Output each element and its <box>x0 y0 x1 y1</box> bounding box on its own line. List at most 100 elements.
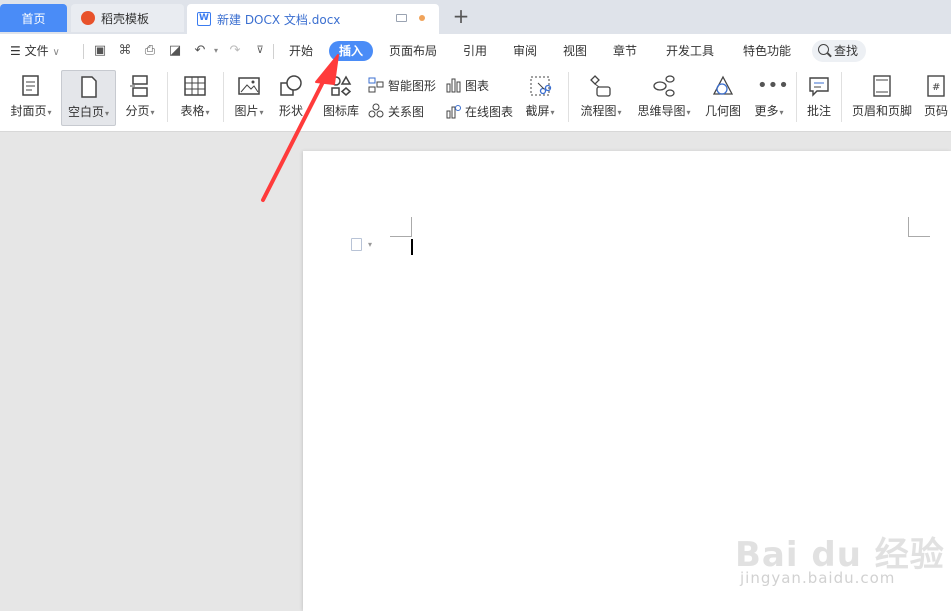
table-label: 表格 <box>180 104 205 118</box>
blank-page-icon <box>77 75 101 99</box>
chart-button[interactable]: 图表 <box>445 76 489 94</box>
new-tab-button[interactable]: + <box>450 6 472 28</box>
tab-view[interactable]: 视图 <box>563 42 587 60</box>
page-number-label: 页码 <box>923 104 948 118</box>
online-chart-label: 在线图表 <box>465 104 514 119</box>
more-dots-icon: ••• <box>757 75 789 96</box>
picture-icon <box>237 74 261 98</box>
table-icon <box>183 74 207 98</box>
search-button[interactable]: 查找 <box>812 40 866 62</box>
more-label: 更多 <box>754 104 779 118</box>
mind-map-label: 思维导图 <box>637 104 686 118</box>
chevron-down-icon[interactable]: ▾ <box>368 240 372 249</box>
mind-map-icon <box>652 74 676 98</box>
tab-developer[interactable]: 开发工具 <box>666 42 714 60</box>
tab-insert[interactable]: 插入 <box>329 41 373 61</box>
tab-document[interactable]: W 新建 DOCX 文档.docx <box>187 4 439 34</box>
shape-label: 形状 <box>278 104 303 118</box>
hamburger-icon: ☰ <box>10 44 21 58</box>
tab-page-layout[interactable]: 页面布局 <box>389 42 437 60</box>
divider <box>796 72 797 122</box>
tab-bar: 首页 稻壳模板 W 新建 DOCX 文档.docx + <box>0 0 951 34</box>
text-cursor <box>411 239 413 255</box>
divider <box>223 72 224 122</box>
relation-chart-label: 关系图 <box>388 104 425 119</box>
margin-corner-top-right <box>908 217 930 237</box>
redo-icon[interactable]: ↷ <box>227 43 243 59</box>
mind-map-button[interactable]: 思维导图▾ <box>634 70 694 126</box>
tab-home-label: 首页 <box>21 11 46 26</box>
bar-chart-icon <box>445 77 461 93</box>
table-button[interactable]: 表格▾ <box>175 70 215 126</box>
header-footer-icon <box>870 74 894 98</box>
more-button[interactable]: ••• 更多▾ <box>750 70 788 126</box>
geometry-icon <box>711 74 735 98</box>
geometry-label: 几何图 <box>704 104 741 118</box>
flowchart-icon <box>589 74 613 98</box>
tab-start[interactable]: 开始 <box>289 42 313 60</box>
undo-dropdown-icon[interactable]: ▾ <box>208 43 224 59</box>
cover-page-label: 封面页 <box>10 104 47 118</box>
online-chart-button[interactable]: 在线图表 <box>445 102 513 120</box>
divider <box>83 44 84 59</box>
shape-button[interactable]: 形状 <box>273 70 309 126</box>
icon-library-label: 图标库 <box>322 104 359 118</box>
page-number-icon: # <box>924 74 948 98</box>
online-chart-icon <box>445 103 461 119</box>
divider <box>273 44 274 59</box>
relation-chart-button[interactable]: 关系图 <box>368 102 424 120</box>
picture-button[interactable]: 图片▾ <box>230 70 268 126</box>
customize-toolbar-icon[interactable]: ⊽ <box>252 43 268 59</box>
comment-icon <box>807 74 831 98</box>
search-icon <box>818 44 829 55</box>
smart-art-label: 智能图形 <box>388 78 437 93</box>
page-break-label: 分页 <box>125 104 150 118</box>
insert-ribbon: 封面页▾ 空白页▾ 分页▾ 表格▾ 图片▾ 形状 图标库 智能图形 关系图 图表… <box>0 68 951 132</box>
page-break-button[interactable]: 分页▾ <box>120 70 160 126</box>
tab-section[interactable]: 章节 <box>613 42 637 60</box>
cover-page-icon <box>19 74 43 98</box>
divider <box>568 72 569 122</box>
flowchart-label: 流程图 <box>580 104 617 118</box>
print-icon[interactable]: ⎙ <box>142 43 158 59</box>
header-footer-button[interactable]: 页眉和页脚 <box>850 70 914 126</box>
flame-icon <box>81 11 95 25</box>
screenshot-label: 截屏 <box>525 104 550 118</box>
writer-logo-icon: W <box>197 12 211 26</box>
icon-library-button[interactable]: 图标库 <box>320 70 362 126</box>
blank-page-label: 空白页 <box>67 105 104 119</box>
header-footer-label: 页眉和页脚 <box>851 104 912 118</box>
unsaved-dot-icon <box>419 15 425 21</box>
watermark-url: jingyan.baidu.com <box>740 569 896 587</box>
format-painter-icon[interactable]: ⌘ <box>117 43 133 59</box>
file-menu[interactable]: ☰ 文件 ∨ <box>10 42 60 60</box>
file-menu-label: 文件 <box>24 44 49 58</box>
comment-label: 批注 <box>806 104 831 118</box>
picture-label: 图片 <box>234 104 259 118</box>
geometry-button[interactable]: 几何图 <box>702 70 744 126</box>
screenshot-button[interactable]: 截屏▾ <box>521 70 559 126</box>
chevron-down-icon: ∨ <box>52 47 60 58</box>
relation-chart-icon <box>368 103 384 119</box>
comment-button[interactable]: 批注 <box>803 70 835 126</box>
cover-page-button[interactable]: 封面页▾ <box>6 70 56 126</box>
tab-home[interactable]: 首页 <box>0 4 67 32</box>
tab-special-features[interactable]: 特色功能 <box>743 42 791 60</box>
chart-label: 图表 <box>465 78 490 93</box>
tab-review[interactable]: 审阅 <box>513 42 537 60</box>
flowchart-button[interactable]: 流程图▾ <box>576 70 626 126</box>
paragraph-handle-icon[interactable] <box>351 238 362 251</box>
save-icon[interactable]: ▣ <box>92 43 108 59</box>
tab-template[interactable]: 稻壳模板 <box>71 4 184 32</box>
divider <box>167 72 168 122</box>
blank-page-button[interactable]: 空白页▾ <box>61 70 116 126</box>
svg-text:#: # <box>932 82 940 93</box>
smart-art-button[interactable]: 智能图形 <box>368 76 436 94</box>
monitor-icon[interactable] <box>396 14 407 22</box>
tab-references[interactable]: 引用 <box>463 42 487 60</box>
margin-corner-top-left <box>390 217 412 237</box>
undo-icon[interactable]: ↶ <box>192 43 208 59</box>
shape-icon <box>279 74 303 98</box>
page-number-button[interactable]: # 页码 <box>918 70 951 126</box>
print-preview-icon[interactable]: ◪ <box>167 43 183 59</box>
